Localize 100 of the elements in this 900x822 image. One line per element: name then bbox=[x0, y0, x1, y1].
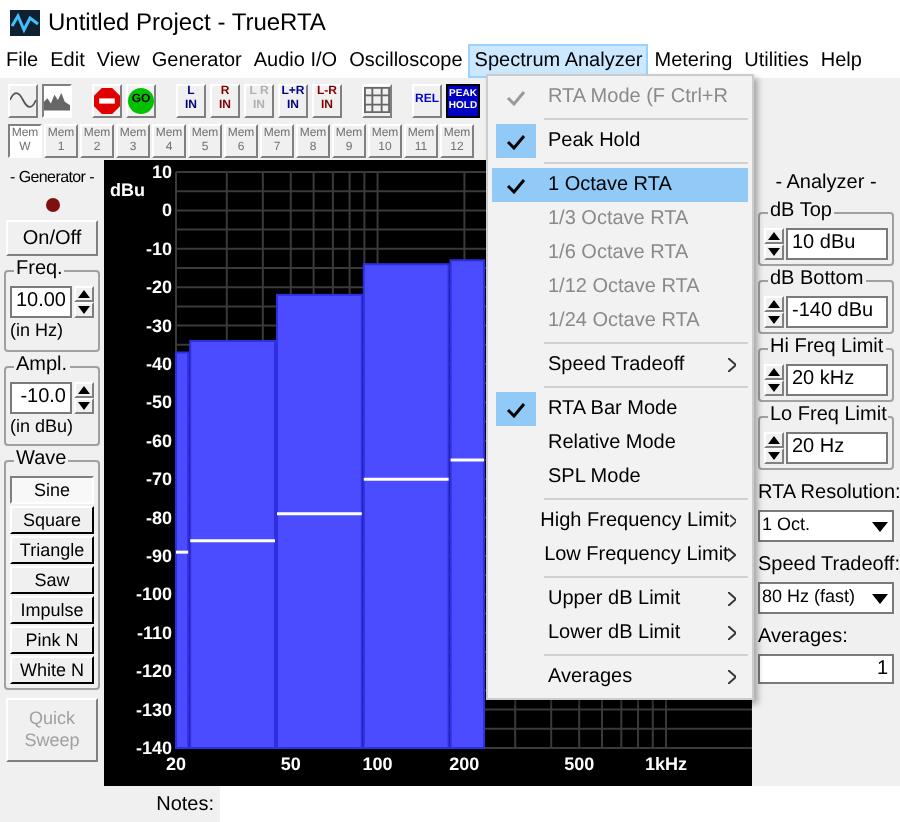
menu-option[interactable]: SPL Mode bbox=[492, 460, 748, 494]
menu-item[interactable]: View bbox=[90, 44, 146, 78]
wave-option[interactable]: Sine bbox=[10, 476, 94, 504]
menu-option[interactable]: High Frequency Limit bbox=[492, 504, 748, 538]
x-tick-label: 500 bbox=[564, 754, 595, 774]
value-field[interactable]: 20 Hz bbox=[786, 432, 888, 464]
app-icon bbox=[10, 9, 40, 35]
menu-item[interactable]: Utilities bbox=[738, 44, 815, 78]
spectrum-icon bbox=[44, 88, 70, 112]
y-tick-label: -90 bbox=[145, 546, 172, 566]
down-arrow-icon bbox=[78, 401, 90, 409]
value-field[interactable]: 20 kHz bbox=[786, 364, 888, 396]
spin-up-button[interactable] bbox=[764, 296, 784, 312]
down-arrow-icon bbox=[768, 384, 780, 392]
y-tick-label: -80 bbox=[145, 507, 172, 528]
spin-down-button[interactable] bbox=[74, 302, 94, 318]
dropdown-arrow-icon bbox=[872, 593, 888, 603]
value-field[interactable]: 10 dBu bbox=[786, 228, 888, 260]
field-label: RTA Resolution: bbox=[758, 480, 894, 508]
y-tick-label: -20 bbox=[145, 277, 172, 298]
spectrum-button[interactable] bbox=[42, 83, 72, 117]
y-tick-label: -40 bbox=[145, 354, 172, 374]
menu-option[interactable]: Peak Hold bbox=[492, 124, 748, 158]
spin-up-button[interactable] bbox=[74, 381, 94, 397]
field-label: Speed Tradeoff: bbox=[758, 552, 894, 580]
spin-down-button[interactable] bbox=[764, 448, 784, 464]
y-tick-label: -120 bbox=[135, 661, 172, 682]
axis-unit: dBu bbox=[110, 180, 145, 200]
menu-item[interactable]: Help bbox=[814, 44, 868, 78]
wave-option[interactable]: Saw bbox=[10, 566, 94, 594]
y-tick-label: 10 bbox=[151, 162, 172, 182]
group-label: Ampl. bbox=[14, 353, 70, 377]
grid-button[interactable] bbox=[362, 83, 392, 117]
up-arrow-icon bbox=[768, 436, 780, 444]
value-field[interactable]: -140 dBu bbox=[786, 296, 888, 328]
unit-label: (in Hz) bbox=[10, 318, 65, 344]
menu-item[interactable]: Oscilloscope bbox=[343, 44, 469, 78]
menu-option[interactable]: Lower dB Limit bbox=[492, 616, 748, 650]
group-label: Freq. bbox=[14, 258, 65, 282]
wave-option[interactable]: White N bbox=[10, 656, 94, 684]
spin-down-button[interactable] bbox=[764, 312, 784, 328]
value-field[interactable]: -10.0 bbox=[10, 381, 72, 413]
stop-sign-icon bbox=[94, 87, 120, 113]
group-label: Lo Freq Limit bbox=[768, 404, 889, 428]
wave-option[interactable]: Impulse bbox=[10, 596, 94, 624]
on-off-button[interactable]: On/Off bbox=[6, 220, 98, 256]
menu-item[interactable]: Audio I/O bbox=[247, 44, 344, 78]
peak-line bbox=[190, 539, 275, 543]
up-arrow-icon bbox=[768, 300, 780, 308]
group-label: dB Top bbox=[768, 200, 834, 224]
dropdown-field[interactable]: 1 Oct. bbox=[758, 510, 894, 542]
x-tick-label: 1kHz bbox=[645, 754, 687, 774]
spin-up-button[interactable] bbox=[74, 286, 94, 302]
menu-item[interactable]: File bbox=[0, 44, 45, 78]
waveform-button[interactable] bbox=[8, 83, 38, 117]
spin-down-button[interactable] bbox=[764, 244, 784, 260]
spin-down-button[interactable] bbox=[764, 380, 784, 396]
stop-button[interactable] bbox=[92, 83, 122, 117]
up-arrow-icon bbox=[768, 368, 780, 376]
panel-title: - Analyzer - bbox=[773, 170, 879, 198]
peak-line bbox=[277, 512, 362, 516]
peak-line bbox=[450, 458, 484, 462]
panel-title: - Generator - bbox=[10, 166, 94, 190]
averages-field[interactable]: 1 bbox=[758, 654, 894, 684]
value-field[interactable]: 10.00 bbox=[10, 286, 72, 318]
menu-option[interactable]: RTA Bar Mode bbox=[492, 392, 748, 426]
up-arrow-icon bbox=[78, 385, 90, 393]
field-label: Averages: bbox=[758, 624, 850, 652]
dropdown-field[interactable]: 80 Hz (fast) bbox=[758, 582, 894, 614]
menu-option[interactable]: 1 Octave RTA bbox=[492, 168, 748, 202]
down-arrow-icon bbox=[768, 248, 780, 256]
y-tick-label: -110 bbox=[136, 622, 172, 643]
menu-option[interactable]: Averages bbox=[492, 660, 748, 694]
wave-option[interactable]: Square bbox=[10, 506, 94, 534]
menu-option[interactable]: Low Frequency Limit bbox=[492, 538, 748, 572]
menu-option[interactable]: Upper dB Limit bbox=[492, 582, 748, 616]
down-arrow-icon bbox=[78, 306, 90, 314]
wave-option[interactable]: Pink N bbox=[10, 626, 94, 654]
grid-icon bbox=[364, 86, 390, 114]
menu-option[interactable]: Relative Mode bbox=[492, 426, 748, 460]
up-arrow-icon bbox=[78, 290, 90, 298]
y-tick-label: -140 bbox=[135, 738, 172, 758]
y-tick-label: -10 bbox=[145, 238, 172, 259]
spin-up-button[interactable] bbox=[764, 432, 784, 448]
y-tick-label: -30 bbox=[145, 315, 172, 336]
spin-up-button[interactable] bbox=[764, 364, 784, 380]
peak-line bbox=[363, 477, 449, 481]
wave-option[interactable]: Triangle bbox=[10, 536, 94, 564]
unit-label: (in dBu) bbox=[10, 413, 76, 440]
spin-up-button[interactable] bbox=[764, 228, 784, 244]
peak-line bbox=[176, 550, 189, 554]
menu-item[interactable]: Metering bbox=[648, 44, 739, 78]
notes-field[interactable] bbox=[220, 786, 900, 822]
menu-item[interactable]: Edit bbox=[44, 44, 91, 78]
menu-option[interactable]: Speed Tradeoff bbox=[492, 348, 748, 382]
menu-item[interactable]: Generator bbox=[145, 44, 248, 78]
x-tick-label: 50 bbox=[280, 754, 301, 774]
y-tick-label: -100 bbox=[135, 584, 172, 605]
x-tick-label: 100 bbox=[362, 754, 393, 774]
y-tick-label: -70 bbox=[145, 469, 172, 490]
